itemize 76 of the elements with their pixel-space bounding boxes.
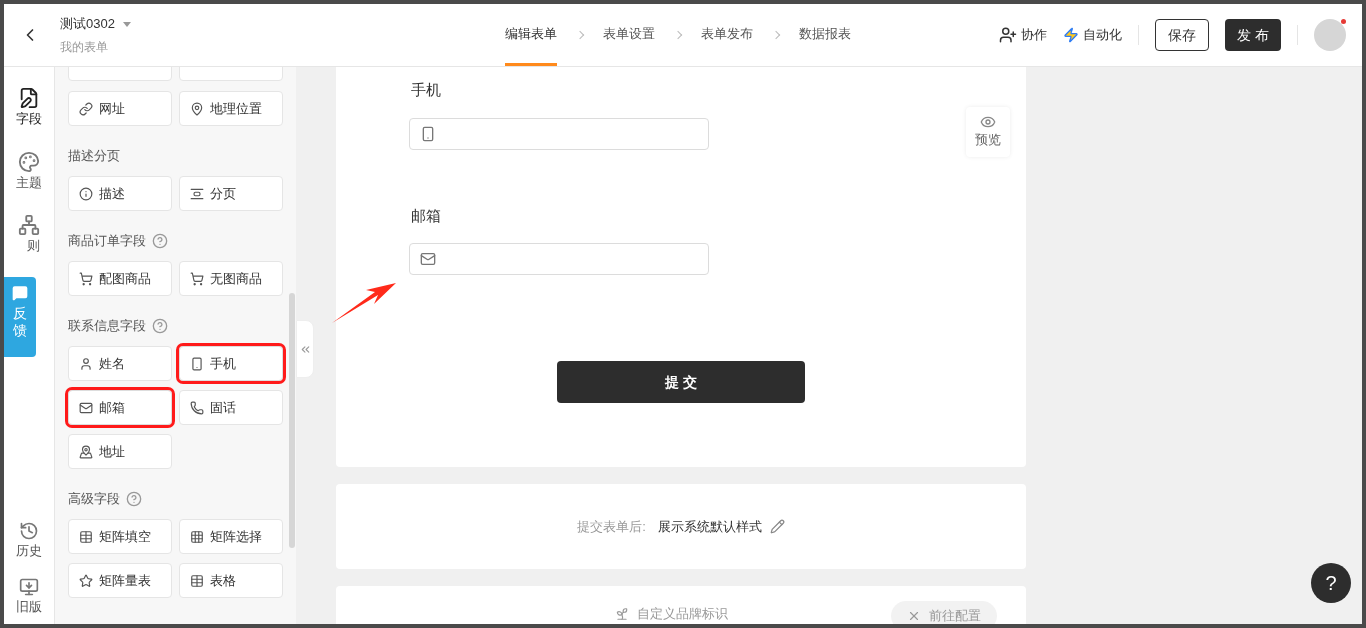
palette-icon (18, 150, 40, 173)
info-icon (79, 186, 93, 201)
close-icon (907, 609, 921, 623)
step-tab[interactable]: 数据报表 (799, 4, 851, 66)
preview-button[interactable]: 预览 (966, 107, 1010, 157)
field-button[interactable]: 矩阵选择 (179, 519, 283, 554)
field-label: 邮箱 (411, 205, 442, 226)
split-lines-icon (190, 186, 204, 201)
cart-icon (190, 271, 204, 286)
setting-value: 展示系统默认样式 (657, 517, 762, 536)
edit-icon (18, 87, 40, 109)
lightning-icon (1063, 27, 1079, 43)
rail-item[interactable]: 旧版 (16, 576, 42, 616)
avatar[interactable] (1314, 19, 1346, 51)
field-button[interactable]: 描述 (68, 176, 172, 211)
field-button[interactable]: 地理位置 (179, 91, 283, 126)
phone-icon (420, 125, 436, 142)
help-icon[interactable] (152, 318, 168, 334)
step-tab[interactable]: 表单发布 (701, 4, 753, 66)
field-label: 手机 (411, 80, 442, 100)
step-tab[interactable]: 表单设置 (603, 4, 655, 66)
envelope-icon (420, 251, 436, 267)
grid-icon (190, 529, 204, 544)
publish-button[interactable]: 发 布 (1225, 19, 1281, 51)
star-icon (79, 573, 93, 588)
sprout-icon (614, 606, 629, 621)
rail-item[interactable]: 字段 (16, 87, 42, 129)
collab-button[interactable]: 协作 (999, 25, 1047, 45)
section-title: 联系信息字段 (68, 317, 146, 336)
map-pin-icon (79, 444, 93, 459)
submit-button[interactable]: 提 交 (557, 361, 805, 403)
field-button[interactable]: 矩阵量表 (68, 563, 172, 598)
help-icon[interactable] (152, 233, 168, 249)
section-title: 高级字段 (68, 490, 120, 509)
field-button[interactable]: 固话 (179, 390, 283, 425)
rail-item[interactable]: 则 (18, 214, 40, 256)
field-button[interactable]: 邮箱 (68, 390, 172, 425)
field-button[interactable]: 网址 (68, 91, 172, 126)
map-pin-icon (190, 101, 204, 116)
section-title: 描述分页 (68, 147, 120, 166)
setting-label: 提交表单后: (577, 517, 646, 536)
link-icon (79, 101, 93, 116)
field-button[interactable]: 姓名 (68, 346, 172, 381)
add-person-icon (999, 26, 1017, 44)
field-button[interactable]: 配图商品 (68, 261, 172, 296)
handset-icon (190, 400, 204, 415)
table-icon (190, 573, 204, 588)
monitor-icon (19, 576, 39, 597)
brand-label: 自定义品牌标识 (636, 605, 728, 623)
input-field[interactable] (409, 117, 709, 150)
rail-item[interactable]: 主题 (16, 150, 42, 192)
envelope-icon (79, 400, 93, 415)
collapse-tab[interactable] (296, 320, 314, 378)
pencil-icon[interactable] (769, 519, 785, 534)
tree-icon (18, 214, 40, 236)
input-field[interactable] (409, 243, 709, 275)
phone-icon (190, 356, 204, 371)
help-icon[interactable] (126, 491, 142, 507)
chat-icon (12, 285, 28, 301)
field-button[interactable]: 分页 (179, 176, 283, 211)
form-title[interactable]: 测试0302 (60, 14, 115, 34)
help-button[interactable]: ? (1311, 563, 1351, 603)
cart-icon (79, 271, 93, 286)
history-icon (19, 521, 39, 541)
field-button[interactable]: 无图商品 (179, 261, 283, 296)
field-button[interactable]: 地址 (68, 434, 172, 469)
automation-button[interactable]: 自动化 (1063, 25, 1122, 45)
field-button[interactable]: 表格 (179, 563, 283, 598)
field-button[interactable]: 矩阵填空 (68, 519, 172, 554)
section-title: 商品订单字段 (68, 232, 146, 251)
rail-item[interactable]: 历史 (16, 521, 42, 561)
save-button[interactable]: 保存 (1155, 19, 1209, 51)
field-button[interactable]: 手机 (179, 346, 283, 381)
table-icon (79, 529, 93, 544)
caret-icon[interactable] (122, 21, 131, 27)
person-icon (79, 356, 93, 371)
